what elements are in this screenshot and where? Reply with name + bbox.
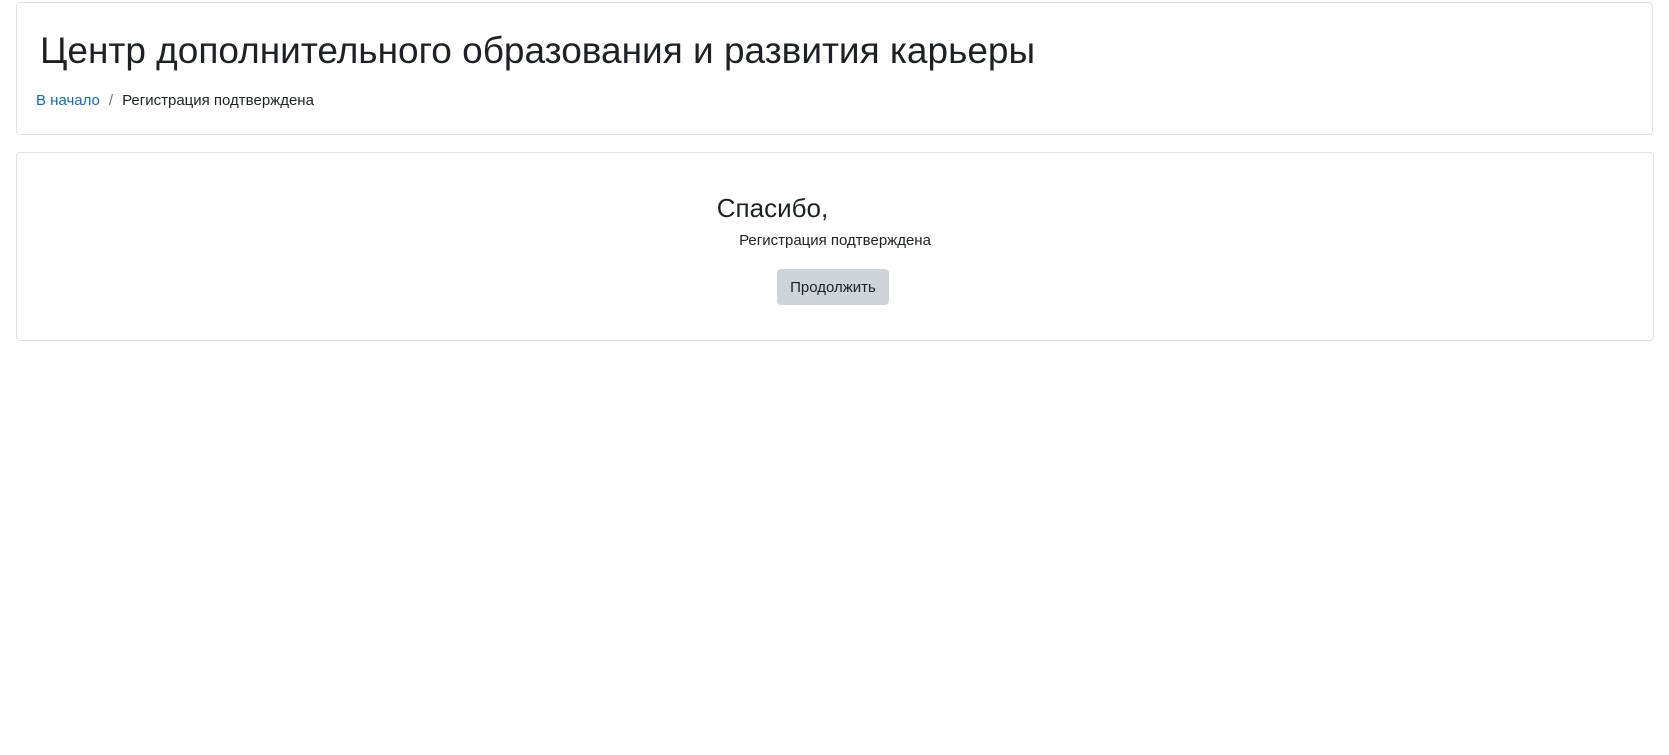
breadcrumb-current: Регистрация подтверждена: [122, 92, 314, 109]
continue-button[interactable]: Продолжить: [777, 269, 889, 305]
breadcrumb: В начало / Регистрация подтверждена: [36, 92, 314, 109]
breadcrumb-separator: /: [108, 92, 114, 109]
confirmation-message: Регистрация подтверждена: [739, 232, 931, 249]
confirmation-card: Спасибо, Регистрация подтверждена Продол…: [16, 152, 1654, 341]
redacted-user-name: [828, 200, 954, 221]
page-title: Центр дополнительного образования и разв…: [40, 30, 1036, 71]
thanks-heading: Спасибо,: [17, 193, 1653, 224]
breadcrumb-home-link[interactable]: В начало: [36, 92, 100, 109]
page-header: Центр дополнительного образования и разв…: [16, 2, 1653, 135]
thanks-text: Спасибо,: [716, 193, 829, 223]
